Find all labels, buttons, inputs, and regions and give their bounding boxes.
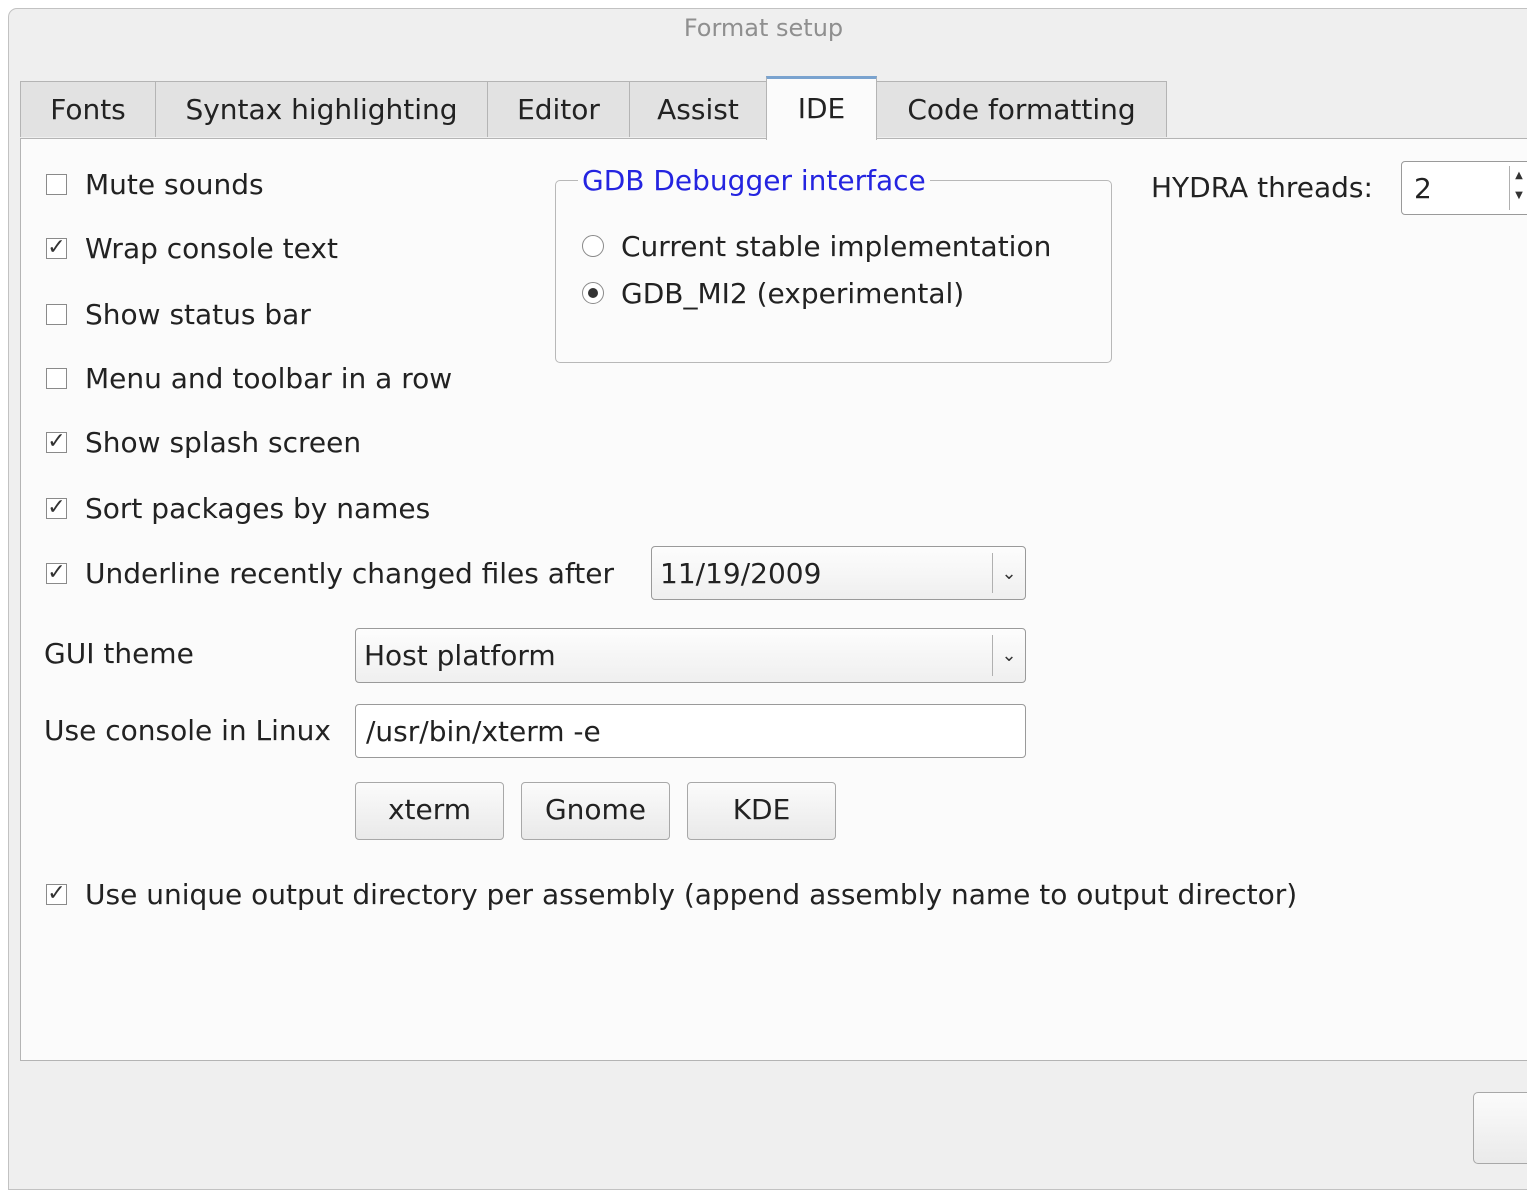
radio-label: GDB_MI2 (experimental) xyxy=(621,276,965,310)
hydra-threads-label: HYDRA threads: xyxy=(1151,171,1373,204)
checkbox-box[interactable]: ✓ xyxy=(46,561,67,584)
tab-syntax-highlighting[interactable]: Syntax highlighting xyxy=(155,81,488,137)
date-value: 11/19/2009 xyxy=(660,556,822,590)
checkbox-box[interactable]: ✓ xyxy=(46,236,67,259)
tab-fonts[interactable]: Fonts xyxy=(20,81,156,137)
gdb-group-title: GDB Debugger interface xyxy=(578,162,930,200)
gui-theme-value: Host platform xyxy=(364,639,556,672)
checkbox-box[interactable]: ✓ xyxy=(46,430,67,453)
dialog-button[interactable] xyxy=(1473,1092,1527,1164)
checkbox-label: Menu and toolbar in a row xyxy=(85,361,453,395)
gdb-mi2-radio[interactable]: GDB_MI2 (experimental) xyxy=(582,276,964,310)
show-status-bar-checkbox[interactable]: Show status bar xyxy=(46,297,311,331)
xterm-button[interactable]: xterm xyxy=(355,782,504,840)
console-label: Use console in Linux xyxy=(44,714,331,747)
radio-label: Current stable implementation xyxy=(621,229,1052,263)
radio-circle[interactable] xyxy=(582,282,604,304)
checkbox-box[interactable] xyxy=(46,367,67,389)
gui-theme-label: GUI theme xyxy=(44,637,194,670)
checkbox-label: Show status bar xyxy=(85,297,311,331)
gdb-debugger-group xyxy=(555,180,1112,363)
console-command-input[interactable]: /usr/bin/xterm -e xyxy=(355,704,1026,758)
show-splash-screen-checkbox[interactable]: ✓ Show splash screen xyxy=(46,425,361,459)
tab-editor[interactable]: Editor xyxy=(487,81,630,137)
underline-recent-files-checkbox[interactable]: ✓ Underline recently changed files after xyxy=(46,556,614,590)
console-command-value: /usr/bin/xterm -e xyxy=(366,714,601,748)
gdb-stable-radio[interactable]: Current stable implementation xyxy=(582,229,1051,263)
tab-assist[interactable]: Assist xyxy=(629,81,767,137)
checkbox-box[interactable] xyxy=(46,303,67,325)
checkbox-box[interactable] xyxy=(46,173,67,195)
chevron-down-icon[interactable]: ⌄ xyxy=(992,553,1025,593)
checkbox-label: Mute sounds xyxy=(85,167,264,201)
checkbox-label: Underline recently changed files after xyxy=(85,556,614,590)
checkbox-label: Show splash screen xyxy=(85,425,362,459)
window-title: Format setup xyxy=(683,14,844,42)
kde-button[interactable]: KDE xyxy=(687,782,836,840)
checkbox-label: Sort packages by names xyxy=(85,491,431,525)
checkbox-label: Wrap console text xyxy=(85,231,338,265)
gui-theme-select[interactable]: Host platform ⌄ xyxy=(355,628,1026,683)
menu-toolbar-row-checkbox[interactable]: Menu and toolbar in a row xyxy=(46,361,452,395)
checkbox-box[interactable]: ✓ xyxy=(46,496,67,519)
hydra-threads-spinbox[interactable]: 2 ▲ ▼ xyxy=(1401,161,1527,215)
sort-packages-checkbox[interactable]: ✓ Sort packages by names xyxy=(46,491,430,525)
mute-sounds-checkbox[interactable]: Mute sounds xyxy=(46,167,264,201)
checkbox-label: Use unique output directory per assembly… xyxy=(85,877,1298,911)
unique-output-dir-checkbox[interactable]: ✓ Use unique output directory per assemb… xyxy=(46,877,1297,911)
tab-code-formatting[interactable]: Code formatting xyxy=(876,81,1167,137)
spin-arrows-icon[interactable]: ▲ ▼ xyxy=(1509,166,1527,210)
checkbox-box[interactable]: ✓ xyxy=(46,882,67,905)
gnome-button[interactable]: Gnome xyxy=(521,782,670,840)
wrap-console-text-checkbox[interactable]: ✓ Wrap console text xyxy=(46,231,338,265)
hydra-threads-value: 2 xyxy=(1414,171,1432,205)
tab-ide[interactable]: IDE xyxy=(766,76,877,140)
radio-circle[interactable] xyxy=(582,235,604,257)
chevron-down-icon[interactable]: ⌄ xyxy=(992,635,1025,676)
underline-date-picker[interactable]: 11/19/2009 ⌄ xyxy=(651,546,1026,600)
